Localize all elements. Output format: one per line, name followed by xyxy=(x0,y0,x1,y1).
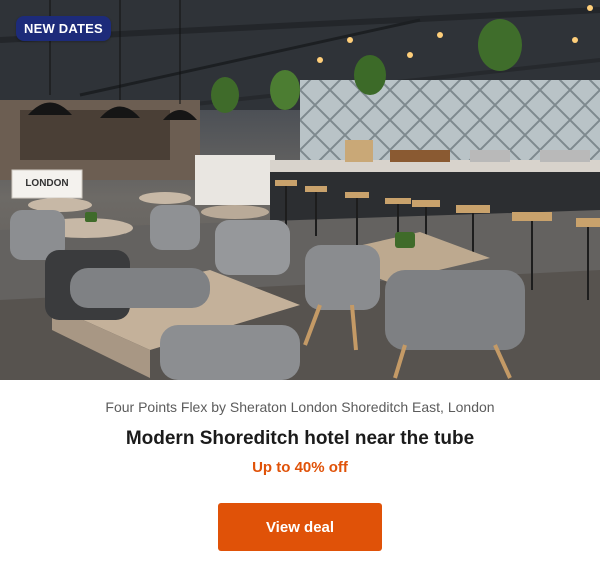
london-sign-text: LONDON xyxy=(25,178,68,189)
new-dates-badge: NEW DATES xyxy=(16,16,111,41)
deal-details: Four Points Flex by Sheraton London Shor… xyxy=(0,380,600,575)
deal-card[interactable]: LONDON NEW DATES Four Points Flex by She… xyxy=(0,0,600,575)
hotel-location: Four Points Flex by Sheraton London Shor… xyxy=(105,399,495,415)
deal-headline[interactable]: Modern Shoreditch hotel near the tube xyxy=(0,428,600,450)
view-deal-button[interactable]: View deal xyxy=(218,503,382,551)
hotel-photo[interactable]: LONDON NEW DATES xyxy=(0,0,600,380)
hotel-photo-illustration: LONDON xyxy=(0,0,600,380)
discount-offer: Up to 40% off xyxy=(252,459,348,476)
